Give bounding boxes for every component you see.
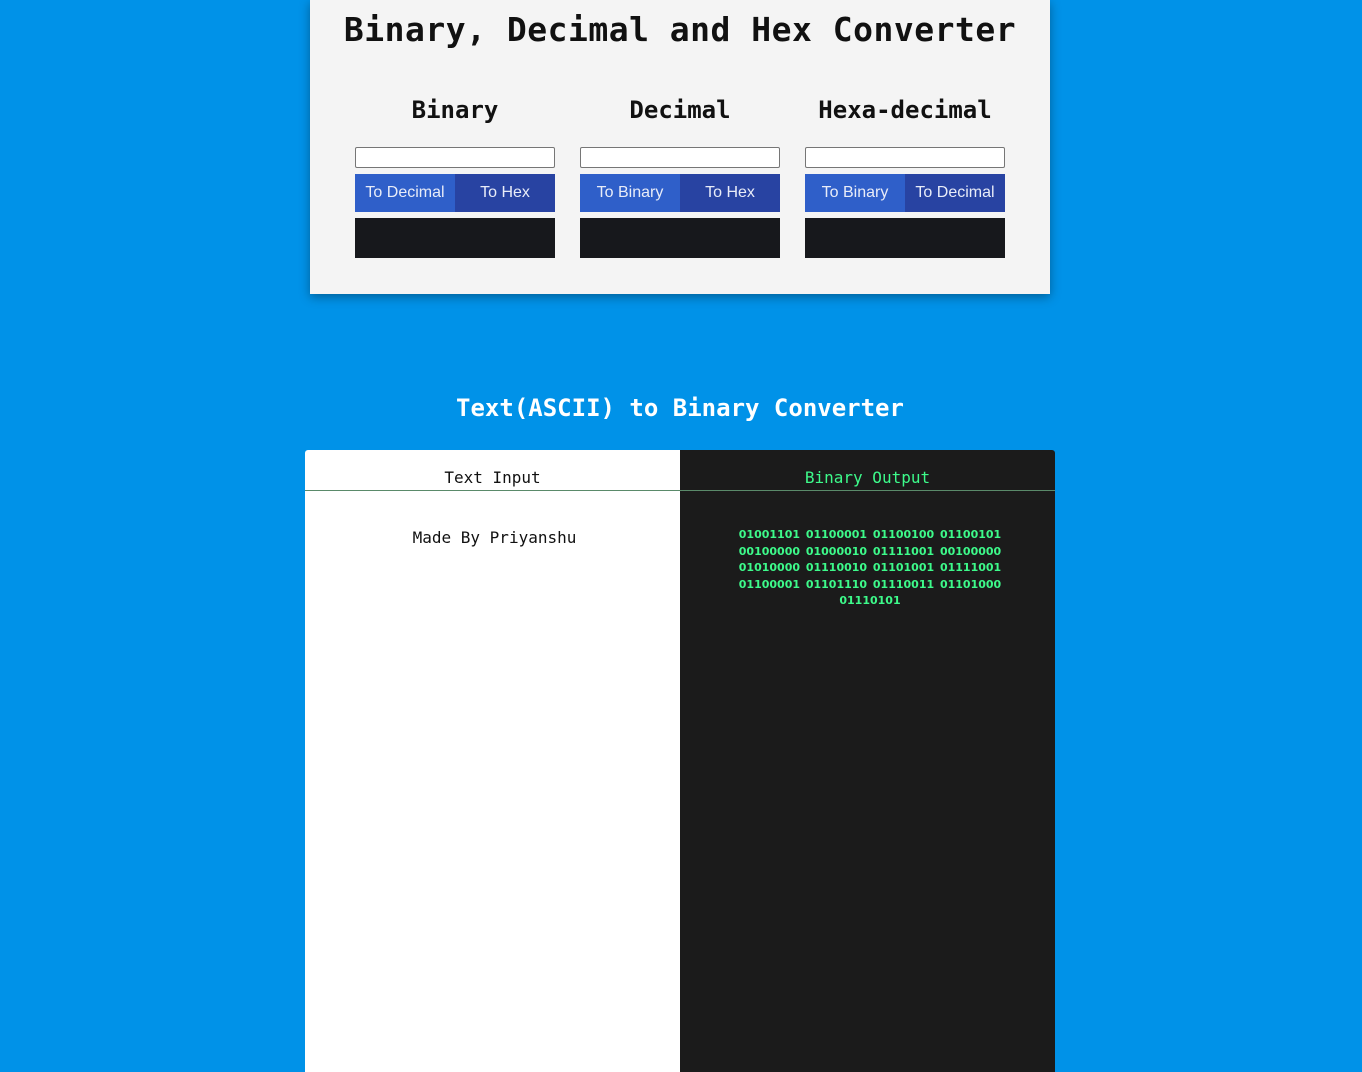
text-input-panel: Text Input Made By Priyanshu xyxy=(305,450,680,1072)
binary-output-panel: Binary Output 01001101 01100001 01100100… xyxy=(680,450,1055,1072)
binary-input[interactable] xyxy=(355,147,555,168)
hex-column: Hexa-decimal To Binary To Decimal xyxy=(805,96,1005,258)
hex-heading: Hexa-decimal xyxy=(818,96,992,124)
hex-to-binary-button[interactable]: To Binary xyxy=(805,174,905,212)
number-converter-card: Binary, Decimal and Hex Converter Binary… xyxy=(310,0,1050,294)
binary-output-text: 01001101 01100001 01100100 01100101 0010… xyxy=(738,528,1002,607)
ascii-converter-title: Text(ASCII) to Binary Converter xyxy=(456,394,904,422)
ascii-text-input[interactable]: Made By Priyanshu xyxy=(305,510,680,1050)
decimal-to-binary-button[interactable]: To Binary xyxy=(580,174,680,212)
binary-result-box xyxy=(355,218,555,258)
hex-result-box xyxy=(805,218,1005,258)
decimal-button-group: To Binary To Hex xyxy=(580,174,780,212)
decimal-result-box xyxy=(580,218,780,258)
binary-output-heading: Binary Output xyxy=(680,450,1055,491)
text-input-heading: Text Input xyxy=(305,450,680,491)
hex-to-decimal-button[interactable]: To Decimal xyxy=(905,174,1005,212)
hex-input[interactable] xyxy=(805,147,1005,168)
binary-to-hex-button[interactable]: To Hex xyxy=(455,174,555,212)
hex-button-group: To Binary To Decimal xyxy=(805,174,1005,212)
decimal-input[interactable] xyxy=(580,147,780,168)
decimal-heading: Decimal xyxy=(629,96,731,124)
binary-to-decimal-button[interactable]: To Decimal xyxy=(355,174,455,212)
binary-button-group: To Decimal To Hex xyxy=(355,174,555,212)
binary-heading: Binary xyxy=(411,96,499,124)
converter-title: Binary, Decimal and Hex Converter xyxy=(343,10,1017,49)
decimal-to-hex-button[interactable]: To Hex xyxy=(680,174,780,212)
decimal-column: Decimal To Binary To Hex xyxy=(580,96,780,258)
binary-column: Binary To Decimal To Hex xyxy=(355,96,555,258)
